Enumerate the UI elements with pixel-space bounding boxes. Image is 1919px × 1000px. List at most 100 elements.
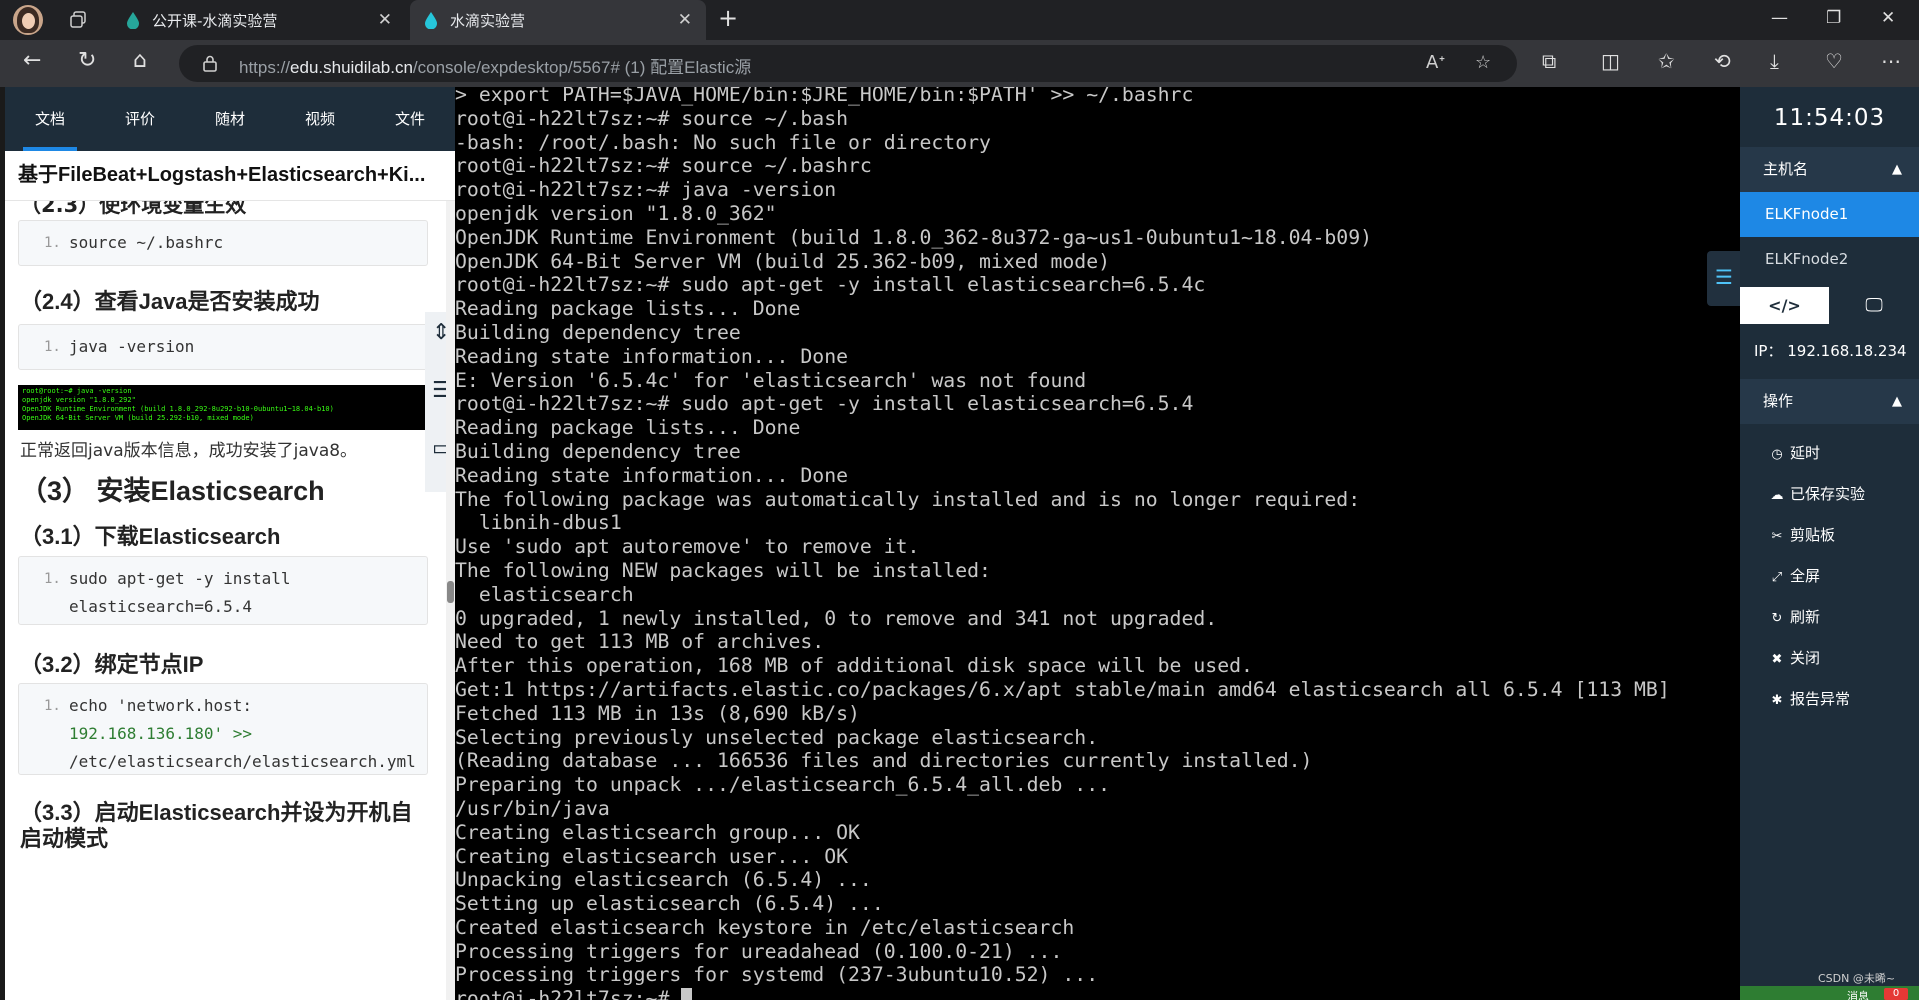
url-host: edu.shuidilab.cn [290, 58, 413, 77]
clock-icon: ◷ [1771, 447, 1783, 462]
view-mode-toggle: </> 🖵 [1740, 287, 1919, 324]
doc-tab-document[interactable]: 文档 [5, 87, 95, 151]
terminal-line: Creating elasticsearch user... OK [455, 844, 849, 868]
terminal-line: -bash: /root/.bash: No such file or dire… [455, 130, 991, 154]
doc-tab-review[interactable]: 评价 [95, 87, 185, 151]
history-icon[interactable]: ⟲ [1714, 51, 1731, 71]
section-heading: （3） 安装Elasticsearch [20, 476, 325, 506]
terminal-line: Preparing to unpack .../elasticsearch_6.… [455, 773, 1111, 797]
terminal-line: After this operation, 168 MB of addition… [455, 654, 1253, 678]
doc-body: （2.3）使环境变量生效 1. source ~/.bashrc （2.4）查看… [5, 201, 445, 1000]
favorite-star-icon[interactable]: ☆ [1475, 54, 1491, 72]
doc-tab-files[interactable]: 文件 [365, 87, 455, 151]
terminal-line: root@i-h22lt7sz:~# source ~/.bash [455, 106, 849, 130]
terminal-line: The following NEW packages will be insta… [455, 558, 991, 582]
action-label: 报告异常 [1790, 690, 1851, 708]
terminal[interactable]: > export PATH=$JAVA_HOME/bin:$JRE_HOME/b… [455, 87, 1740, 1000]
doc-tab-materials[interactable]: 随材 [185, 87, 275, 151]
caret-up-icon: ▲ [1892, 162, 1902, 177]
terminal-line: OpenJDK Runtime Environment (build 1.8.0… [455, 225, 1373, 249]
action-label: 剪贴板 [1790, 526, 1836, 544]
close-experiment-button[interactable]: ✖ 关闭 [1740, 638, 1919, 679]
restore-icon[interactable]: ❐ [1826, 8, 1841, 28]
terminal-line: openjdk version "1.8.0_362" [455, 201, 777, 225]
window-close-icon[interactable]: ✕ [1881, 8, 1895, 28]
browser-tab-1[interactable]: 公开课-水滴实验营 ✕ [112, 0, 406, 40]
tab-title: 水滴实验营 [450, 11, 526, 30]
ops-section-header[interactable]: 操作 ▲ [1740, 379, 1919, 424]
profile-avatar[interactable] [13, 5, 43, 35]
reload-icon[interactable]: ↻ [78, 50, 96, 72]
terminal-line: Setting up elasticsearch (6.5.4) ... [455, 892, 884, 916]
workspaces-icon[interactable] [69, 11, 87, 32]
terminal-line: Unpacking elasticsearch (6.5.4) ... [455, 868, 872, 892]
terminal-line: Get:1 https://artifacts.elastic.co/packa… [455, 677, 1670, 701]
water-drop-icon [425, 12, 437, 29]
host-item-elkfnode1[interactable]: ELKFnode1 [1740, 192, 1919, 237]
close-icon: ✖ [1771, 652, 1783, 667]
home-icon[interactable]: ⌂ [133, 50, 147, 72]
extensions-icon[interactable]: ⧉ [1542, 51, 1556, 71]
minimize-icon[interactable]: — [1771, 8, 1788, 28]
section-heading-continued: 启动模式 [20, 826, 109, 851]
action-label: 刷新 [1790, 608, 1821, 626]
saved-experiments-button[interactable]: ☁ 已保存实验 [1740, 474, 1919, 515]
doc-tab-video[interactable]: 视频 [275, 87, 365, 151]
paragraph: 正常返回java版本信息，成功安装了java8。 [20, 441, 358, 461]
ip-label: IP： [1754, 342, 1783, 360]
section-heading: （2.4）查看Java是否安装成功 [20, 289, 320, 314]
terminal-cursor [681, 988, 693, 1000]
screenshot-line: openjdk version "1.8.0_292" [22, 396, 136, 404]
clipboard-button[interactable]: ✂ 剪贴板 [1740, 515, 1919, 556]
read-aloud-icon[interactable]: Aᐩ [1426, 54, 1445, 72]
section-heading-partial: （2.3）使环境变量生效 [20, 201, 247, 217]
doc-scrollbar[interactable] [446, 201, 455, 1000]
line-number: 1. [44, 698, 61, 714]
report-issue-button[interactable]: ✱ 报告异常 [1740, 679, 1919, 720]
terminal-line: root@i-h22lt7sz:~# source ~/.bashrc [455, 154, 872, 178]
terminal-line: Reading package lists... Done [455, 416, 801, 440]
terminal-screenshot-image: root@root:~# java -version openjdk versi… [18, 385, 428, 430]
url-scheme: https:// [239, 58, 291, 77]
downloads-icon[interactable]: ⤓ [1770, 51, 1779, 71]
back-icon[interactable]: ← [23, 50, 41, 72]
terminal-menu-toggle[interactable]: ☰ [1707, 251, 1740, 306]
new-tab-button[interactable]: + [718, 6, 738, 30]
extend-time-button[interactable]: ◷ 延时 [1740, 433, 1919, 474]
lock-icon[interactable] [203, 55, 217, 72]
action-label: 关闭 [1790, 649, 1821, 667]
scrollbar-thumb[interactable] [447, 581, 454, 603]
refresh-button[interactable]: ↻ 刷新 [1740, 597, 1919, 638]
url-text: https://edu.shuidilab.cn/console/expdesk… [239, 53, 751, 78]
terminal-line: Creating elasticsearch group... OK [455, 820, 860, 844]
tab-close-icon[interactable]: ✕ [378, 10, 392, 30]
tab-close-icon[interactable]: ✕ [678, 10, 692, 30]
terminal-line: E: Version '6.5.4c' for 'elasticsearch' … [455, 368, 1087, 392]
url-page-title: (1) 配置Elastic源 [624, 58, 752, 77]
host-item-elkfnode2[interactable]: ELKFnode2 [1740, 237, 1919, 282]
terminal-line: The following package was automatically … [455, 487, 1361, 511]
line-number: 1. [44, 571, 61, 587]
page-content: 文档 评价 随材 视频 文件 基于FileBeat+Logstash+Elast… [0, 87, 1919, 1000]
terminal-output: > export PATH=$JAVA_HOME/bin:$JRE_HOME/b… [455, 87, 1670, 1000]
code-block: 1. java -version [18, 324, 428, 370]
code-view-icon[interactable]: </> [1740, 287, 1829, 324]
terminal-line: Need to get 113 MB of archives. [455, 630, 825, 654]
screenshot-line: root@root:~# java -version [22, 387, 132, 395]
address-bar[interactable]: https://edu.shuidilab.cn/console/expdesk… [179, 45, 1517, 82]
terminal-line: root@i-h22lt7sz:~# java -version [455, 178, 837, 202]
performance-icon[interactable]: ♡ [1825, 51, 1843, 71]
terminal-line: (Reading database ... 166536 files and d… [455, 749, 1313, 773]
more-icon[interactable]: ⋯ [1881, 51, 1901, 71]
fullscreen-button[interactable]: ⤢ 全屏 [1740, 556, 1919, 597]
desktop-view-icon[interactable]: 🖵 [1829, 287, 1919, 324]
terminal-line: Reading package lists... Done [455, 297, 801, 321]
browser-tab-2[interactable]: 水滴实验营 ✕ [410, 0, 706, 40]
ip-value: 192.168.18.234 [1787, 342, 1907, 360]
favorites-icon[interactable]: ✩ [1658, 51, 1675, 71]
hosts-section-header[interactable]: 主机名 ▲ [1740, 147, 1919, 192]
code-line: /etc/elasticsearch/elasticsearch.yml [69, 752, 416, 771]
message-bar[interactable]: 消息 0 [1740, 986, 1919, 1000]
screenshot-line: OpenJDK 64-Bit Server VM (build 25.292-b… [22, 414, 254, 422]
split-screen-icon[interactable]: ◫ [1601, 51, 1620, 71]
